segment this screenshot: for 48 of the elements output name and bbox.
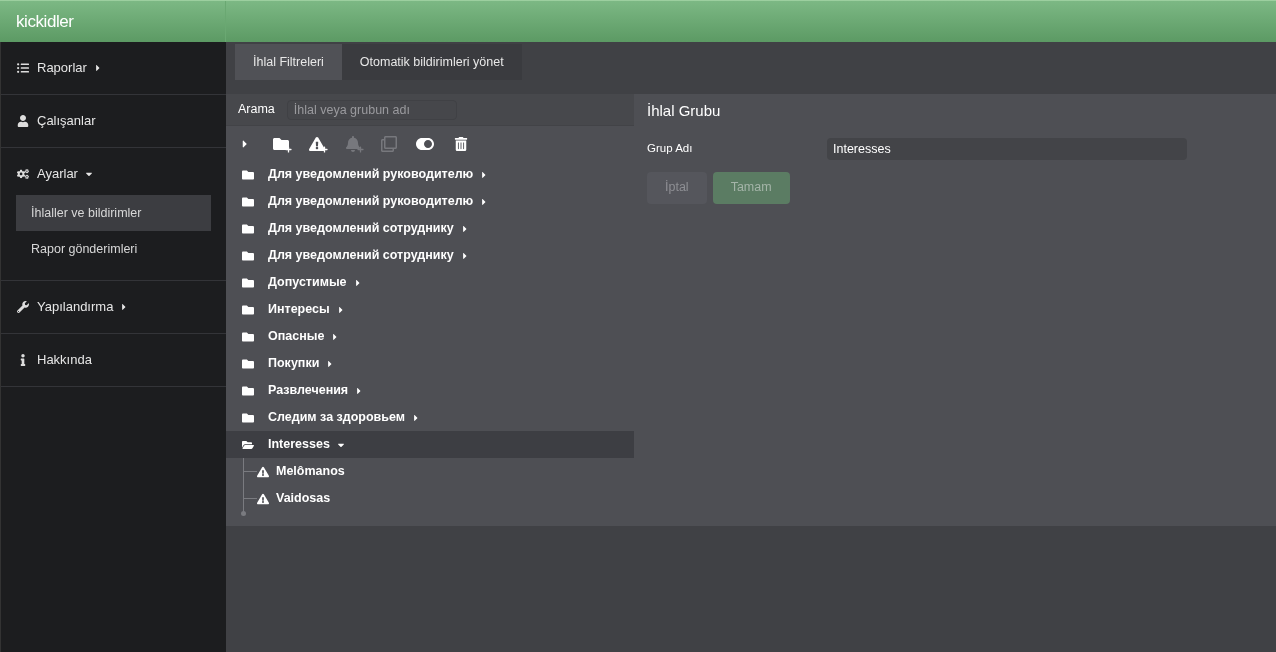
warning-icon: [257, 492, 269, 505]
group-name-field[interactable]: Interesses: [827, 137, 1187, 160]
tab[interactable]: İhlal Filtreleri: [235, 44, 342, 80]
folder-icon: [242, 357, 254, 370]
trash-icon[interactable]: [452, 135, 470, 154]
add-warning-icon[interactable]: [308, 135, 326, 154]
folder-icon: [242, 222, 254, 235]
folder-icon: [242, 411, 254, 424]
tab[interactable]: Otomatik bildirimleri yönet: [341, 44, 522, 80]
field-label: Grup Adı: [647, 140, 694, 156]
tree-row[interactable]: Следим за здоровьем: [226, 404, 634, 431]
sidebar-subitem[interactable]: Rapor gönderimleri: [16, 231, 211, 267]
sidebar-subitem[interactable]: İhlaller ve bildirimler: [16, 195, 211, 231]
folder-icon: [242, 330, 254, 343]
add-folder-icon[interactable]: [272, 135, 290, 154]
tree-row[interactable]: Для уведомлений руководителю: [226, 161, 634, 188]
tree-row[interactable]: Опасные: [226, 323, 634, 350]
panel-title: İhlal Grubu: [647, 101, 722, 121]
tree-row[interactable]: Melômanos: [243, 458, 634, 485]
tree-line: [243, 458, 244, 514]
folder-icon: [242, 276, 254, 289]
wrench-icon: [17, 301, 29, 313]
folder-icon: [242, 303, 254, 316]
tree-row[interactable]: Развлечения: [226, 377, 634, 404]
search-field[interactable]: İhlal veya grubun adı: [286, 99, 457, 120]
tree-row[interactable]: Допустимые: [226, 269, 634, 296]
tree-row[interactable]: Для уведомлений руководителю: [226, 188, 634, 215]
warning-icon: [257, 465, 269, 478]
sidebar-item[interactable]: Yapılandırma: [1, 294, 226, 320]
user-icon: [17, 115, 29, 127]
folder-icon: [242, 168, 254, 181]
folder-icon: [242, 384, 254, 397]
sidebar-item[interactable]: Ayarlar: [1, 161, 226, 187]
tree-row[interactable]: Покупки: [226, 350, 634, 377]
gears-icon: [17, 168, 29, 180]
folder-icon: [242, 249, 254, 262]
search-label: Arama: [238, 101, 275, 119]
folder-icon: [242, 195, 254, 208]
sidebar-item[interactable]: Çalışanlar: [1, 108, 226, 134]
list-icon: [17, 62, 29, 74]
tree-row[interactable]: Для уведомлений сотруднику: [226, 215, 634, 242]
sidebar-item[interactable]: Hakkında: [1, 347, 226, 373]
tree-row[interactable]: Для уведомлений сотруднику: [226, 242, 634, 269]
tree-row[interactable]: Interesses: [226, 431, 634, 458]
folder-icon: [242, 438, 254, 451]
sidebar-item[interactable]: Raporlar: [1, 55, 226, 81]
tree-row[interactable]: Vaidosas: [243, 485, 634, 512]
tree-row[interactable]: Интересы: [226, 296, 634, 323]
